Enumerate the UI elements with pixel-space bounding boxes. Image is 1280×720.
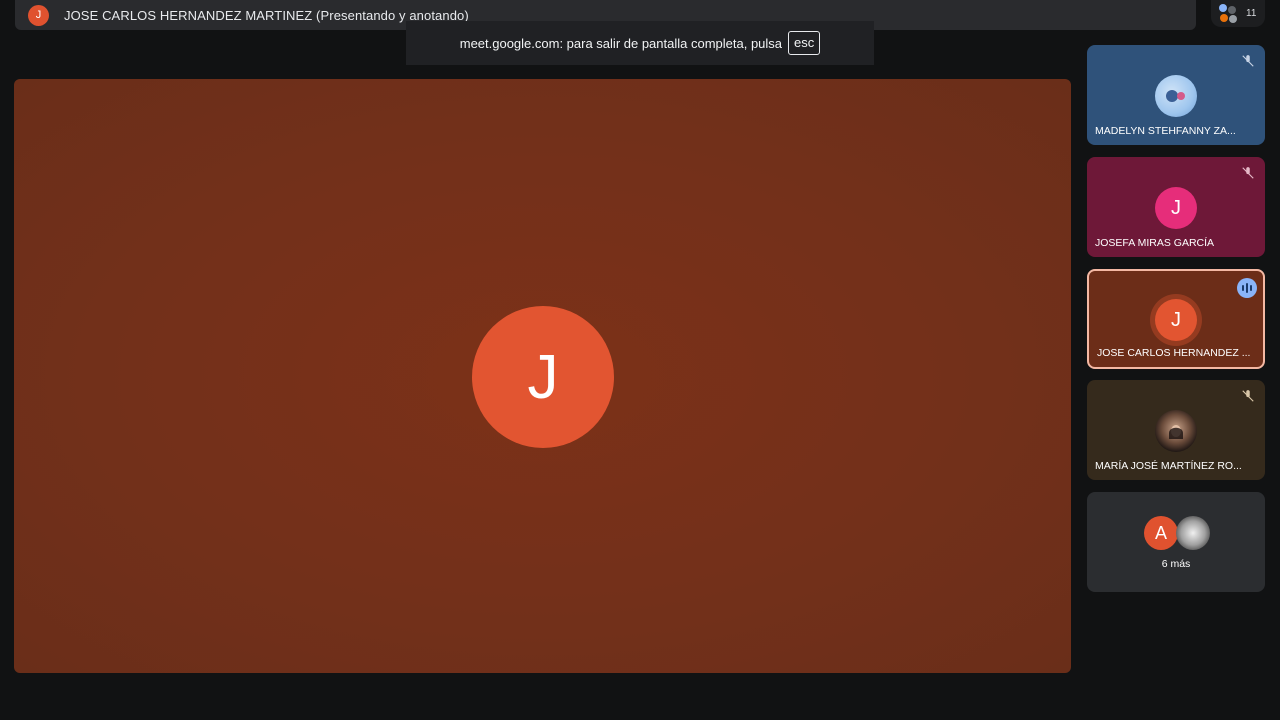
participant-tile-josefa[interactable]: J JOSEFA MIRAS GARCÍA — [1087, 157, 1265, 257]
speaking-indicator-icon — [1237, 278, 1257, 298]
esc-key-hint: esc — [788, 31, 821, 55]
participant-photo-avatar — [1155, 410, 1197, 452]
mic-off-icon — [1240, 165, 1256, 181]
main-speaker-avatar: J — [472, 306, 614, 448]
participant-tile-jose-carlos[interactable]: J JOSE CARLOS HERNANDEZ ... — [1087, 269, 1265, 369]
presenter-avatar: J — [28, 4, 49, 26]
mic-off-icon — [1240, 53, 1256, 69]
participants-count: 11 — [1246, 8, 1257, 19]
fullscreen-toast-message: meet.google.com: para salir de pantalla … — [459, 35, 783, 51]
participant-avatar: A — [1144, 516, 1178, 550]
participants-button[interactable]: 11 — [1211, 0, 1265, 27]
mic-off-icon — [1240, 388, 1256, 404]
participant-avatar: J — [1155, 187, 1197, 229]
participant-tile-madelyn[interactable]: MADELYN STEHFANNY ZA... — [1087, 45, 1265, 145]
more-participants-avatars: A — [1144, 516, 1214, 552]
fullscreen-toast: meet.google.com: para salir de pantalla … — [406, 21, 874, 65]
more-participants-tile[interactable]: A 6 más — [1087, 492, 1265, 592]
participant-name: JOSEFA MIRAS GARCÍA — [1095, 237, 1215, 249]
participant-photo-avatar — [1176, 516, 1210, 550]
people-icon — [1216, 3, 1240, 25]
more-participants-label: 6 más — [1161, 558, 1191, 570]
participant-name: MARÍA JOSÉ MARTÍNEZ RO... — [1095, 460, 1242, 472]
participant-photo-avatar — [1155, 75, 1197, 117]
participant-avatar: J — [1155, 299, 1197, 341]
participant-name: JOSE CARLOS HERNANDEZ ... — [1097, 347, 1251, 359]
participant-name: MADELYN STEHFANNY ZA... — [1095, 125, 1236, 137]
participant-tile-maria-jose[interactable]: MARÍA JOSÉ MARTÍNEZ RO... — [1087, 380, 1265, 480]
main-stage[interactable]: J — [14, 79, 1071, 673]
